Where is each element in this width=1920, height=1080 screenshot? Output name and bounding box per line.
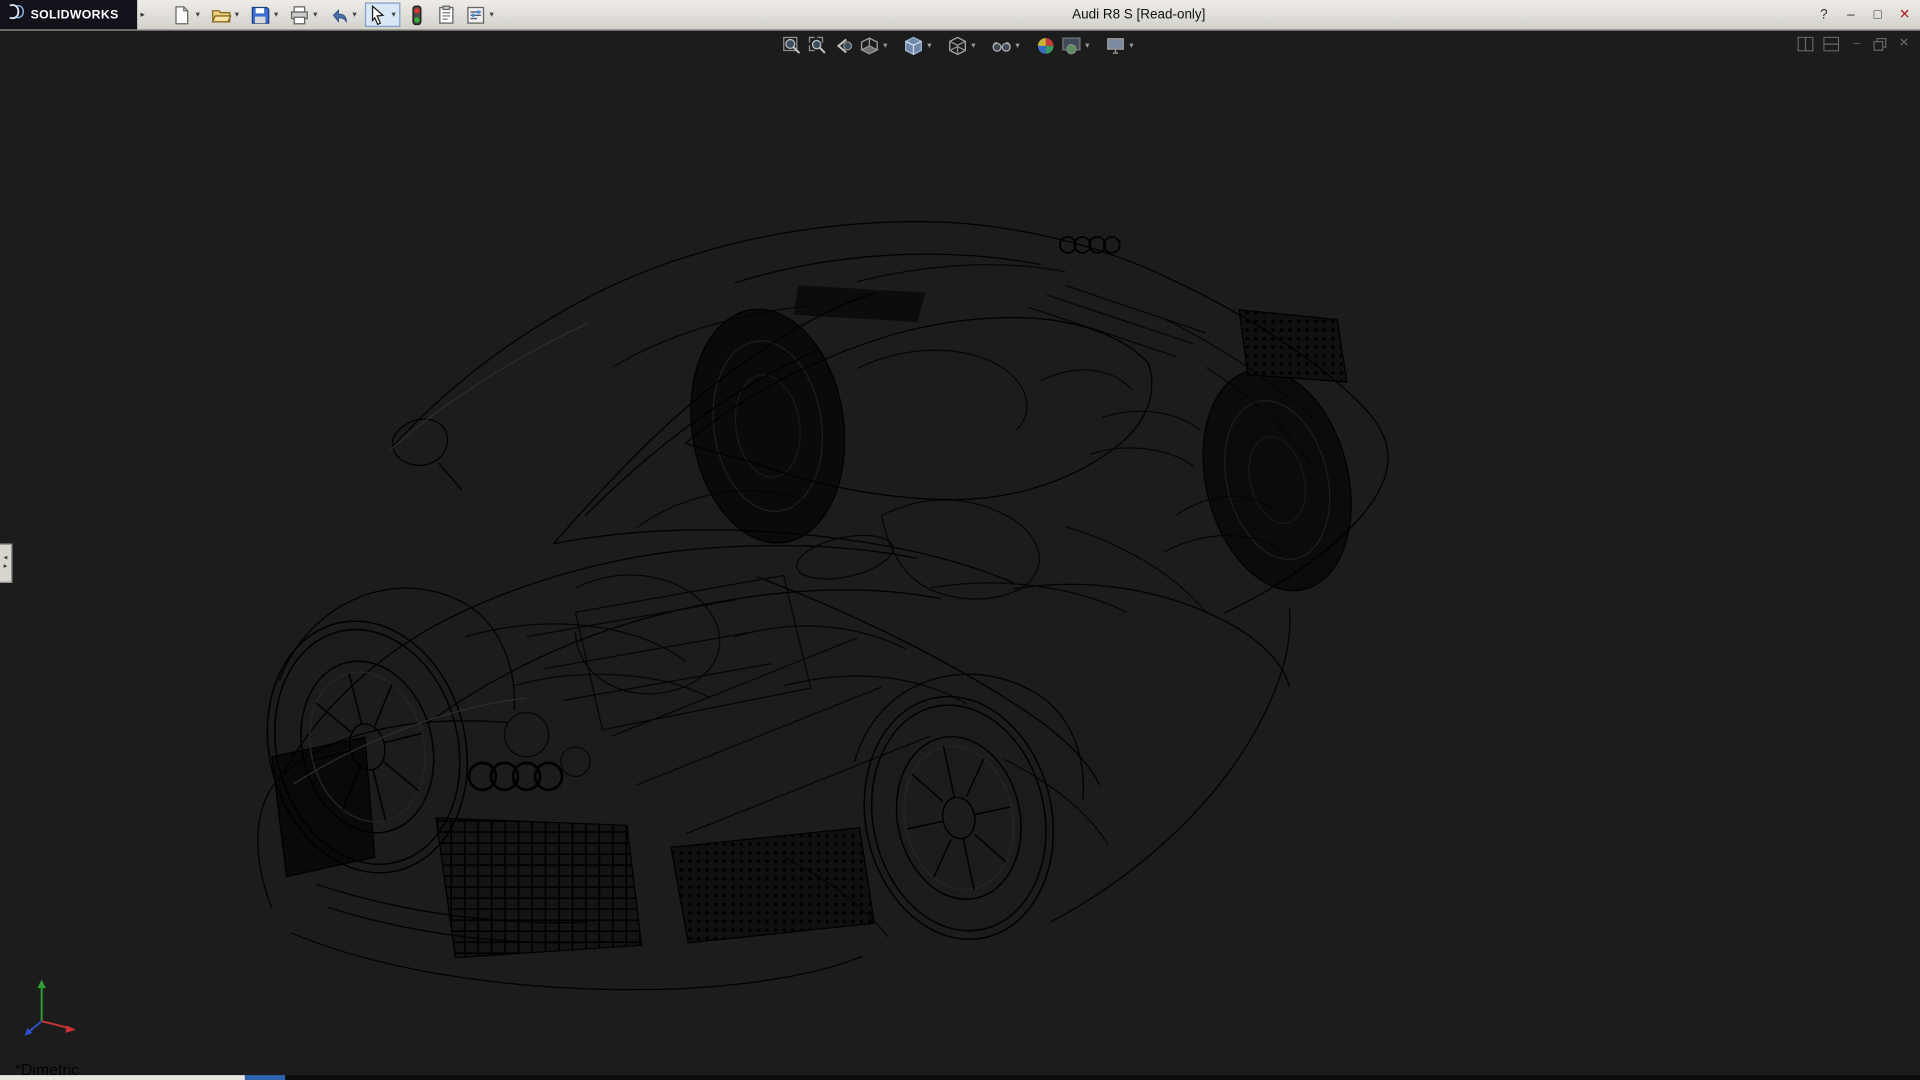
zoom-to-fit-button[interactable]: [781, 33, 804, 57]
dropdown-caret-icon[interactable]: ▾: [487, 10, 496, 20]
dropdown-caret-icon[interactable]: ▾: [1083, 40, 1092, 50]
dassault-systemes-logo-icon: [6, 4, 26, 26]
minimize-document-button[interactable]: –: [1849, 36, 1864, 53]
heads-up-view-toolbar: ▾ ▾ ▾ ▾ ▾ ▾: [781, 33, 1140, 57]
options-button[interactable]: ▾: [463, 2, 499, 26]
view-settings-button[interactable]: ▾: [1104, 33, 1137, 57]
previous-view-icon: [833, 35, 854, 56]
taskbar-segment-0[interactable]: [0, 1075, 245, 1080]
split-pane-vertical-icon[interactable]: [1798, 37, 1814, 52]
undo-button[interactable]: ▾: [326, 2, 362, 26]
dropdown-caret-icon[interactable]: ▾: [1127, 40, 1136, 50]
dropdown-caret-icon[interactable]: ▾: [969, 40, 978, 50]
title-bar: SOLIDWORKS ▸ ▾ ▾ ▾ ▾ ▾ ▾ ▾ Audi R8 S [Read-onl…: [0, 0, 1920, 31]
apply-scene-icon: [1061, 35, 1082, 56]
open-document-button[interactable]: ▾: [208, 2, 244, 26]
zoom-to-fit-icon: [782, 35, 803, 56]
collapse-right-icon: ▸: [4, 563, 8, 572]
feature-panel-collapse-handle[interactable]: ◂ ▸: [0, 544, 12, 583]
save-button[interactable]: ▾: [247, 2, 283, 26]
dropdown-caret-icon[interactable]: ▾: [272, 10, 281, 20]
view-settings-icon: [1105, 35, 1126, 56]
solidworks-window: SOLIDWORKS ▸ ▾ ▾ ▾ ▾ ▾ ▾ ▾ Audi R8 S [Read-onl…: [0, 0, 1920, 1080]
edit-appearance-button[interactable]: [1034, 33, 1057, 57]
select-button[interactable]: ▾: [365, 2, 401, 26]
new-document-button[interactable]: ▾: [169, 2, 205, 26]
section-view-icon: [859, 35, 880, 56]
app-logo: SOLIDWORKS: [0, 0, 137, 29]
titlebar-controls: ? – □ ✕: [1815, 0, 1914, 29]
split-pane-horizontal-icon[interactable]: [1823, 37, 1839, 52]
dropdown-caret-icon[interactable]: ▾: [350, 10, 359, 20]
section-view-button[interactable]: ▾: [858, 33, 891, 57]
document-window-controls: – ✕: [1798, 36, 1912, 53]
rebuild-button[interactable]: [404, 2, 430, 26]
display-style-button[interactable]: ▾: [946, 33, 979, 57]
brand-wordmark: SOLIDWORKS: [31, 8, 119, 21]
minimize-window-button[interactable]: –: [1842, 6, 1860, 23]
help-button[interactable]: ?: [1815, 6, 1833, 23]
taskbar-segment-1[interactable]: [245, 1075, 285, 1080]
file-properties-icon: [436, 4, 457, 25]
taskbar-segment-2[interactable]: [285, 1075, 1920, 1080]
main-toolbar: ▾ ▾ ▾ ▾ ▾ ▾ ▾: [169, 1, 498, 28]
view-orientation-icon: [903, 35, 924, 56]
previous-view-button[interactable]: [832, 33, 855, 57]
dropdown-caret-icon[interactable]: ▾: [193, 10, 202, 20]
dropdown-caret-icon[interactable]: ▾: [311, 10, 320, 20]
apply-scene-button[interactable]: ▾: [1060, 33, 1093, 57]
zoom-to-area-icon: [808, 35, 829, 56]
dropdown-caret-icon[interactable]: ▾: [881, 40, 890, 50]
open-document-icon: [211, 4, 232, 25]
window-title: Audi R8 S [Read-only]: [1072, 0, 1205, 29]
new-document-icon: [171, 4, 192, 25]
dropdown-caret-icon[interactable]: ▾: [1013, 40, 1022, 50]
file-properties-button[interactable]: [433, 2, 459, 26]
select-icon: [367, 4, 388, 25]
car-wireframe-model: [0, 29, 1920, 1075]
close-document-button[interactable]: ✕: [1897, 36, 1912, 53]
print-button[interactable]: ▾: [287, 2, 323, 26]
orientation-triad: [10, 970, 83, 1043]
dropdown-caret-icon[interactable]: ▾: [233, 10, 242, 20]
view-orientation-button[interactable]: ▾: [902, 33, 935, 57]
rebuild-icon: [407, 4, 428, 25]
display-style-icon: [947, 35, 968, 56]
zoom-to-area-button[interactable]: [806, 33, 829, 57]
dropdown-caret-icon[interactable]: ▾: [925, 40, 934, 50]
print-icon: [289, 4, 310, 25]
restore-document-button[interactable]: [1873, 37, 1886, 50]
collapse-left-icon: ◂: [4, 555, 8, 564]
hide-show-items-button[interactable]: ▾: [990, 33, 1023, 57]
options-icon: [465, 4, 486, 25]
dropdown-caret-icon[interactable]: ▾: [389, 10, 398, 20]
edit-appearance-icon: [1035, 35, 1056, 56]
graphics-viewport[interactable]: ▾ ▾ ▾ ▾ ▾ ▾ – ✕ ◂ ▸: [0, 29, 1920, 1075]
undo-icon: [328, 4, 349, 25]
close-window-button[interactable]: ✕: [1896, 6, 1914, 23]
view-orientation-label: *Dimetric: [15, 1060, 80, 1075]
menu-expand-arrow[interactable]: ▸: [137, 6, 148, 23]
maximize-window-button[interactable]: □: [1869, 6, 1887, 23]
hide-show-items-icon: [991, 35, 1012, 56]
taskbar-sliver[interactable]: [0, 1075, 1920, 1080]
save-icon: [250, 4, 271, 25]
